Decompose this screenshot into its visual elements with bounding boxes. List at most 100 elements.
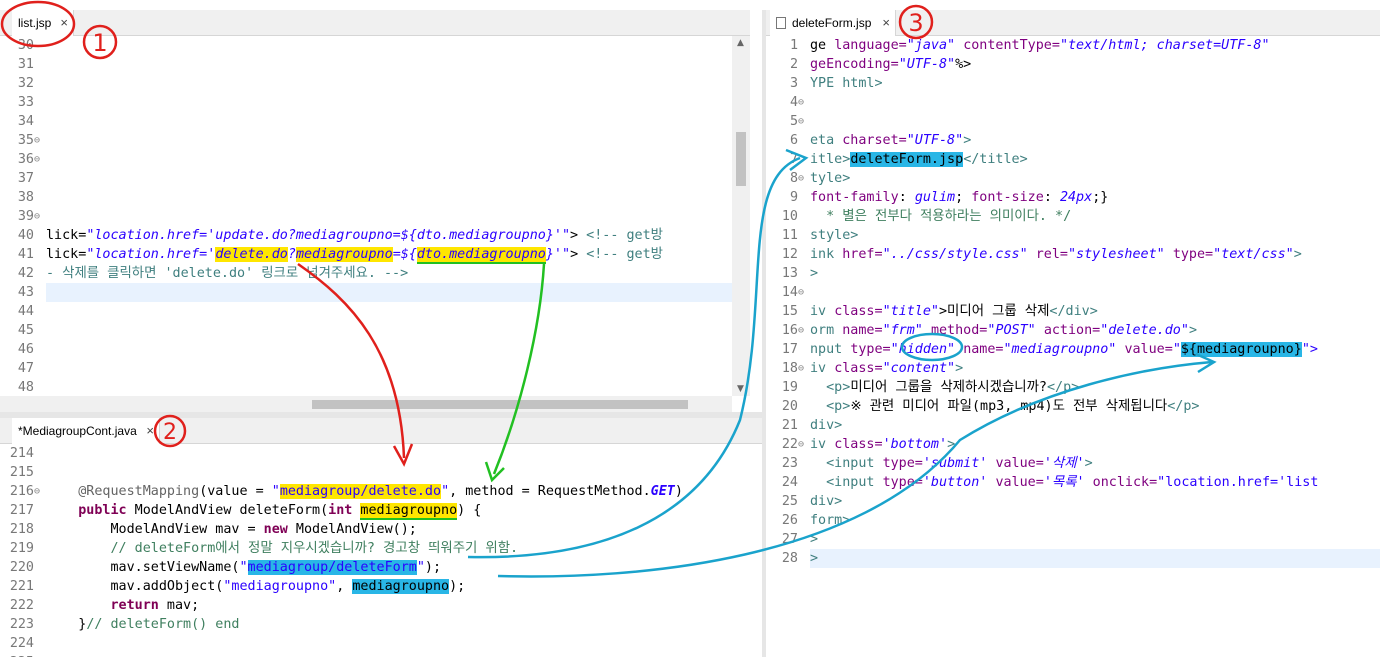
code-token: "UTF-8" xyxy=(906,133,964,148)
code-token: type= xyxy=(850,342,891,357)
code-token: mediagroupno xyxy=(360,503,458,520)
code-token: "stylesheet" xyxy=(1068,247,1165,262)
code-line[interactable]: orm name="frm" method="POST" action="del… xyxy=(810,321,1197,340)
list-jsp-editor[interactable]: list.jsp × 30 31 32 33 34 35 ⊖ 36 ⊖ 37 38 39 ⊖ 40 lick… xyxy=(0,10,750,412)
code-line[interactable]: @RequestMapping(value = "mediagroup/dele… xyxy=(46,482,683,501)
code-token: value= xyxy=(1124,342,1173,357)
line-number: 4 xyxy=(789,95,798,110)
fold-toggle-icon[interactable]: ⊖ xyxy=(798,169,804,188)
code-line[interactable]: ink href="../css/style.css" rel="stylesh… xyxy=(810,245,1302,264)
vertical-scrollbar[interactable]: ▲ ▼ xyxy=(732,36,750,396)
code-line[interactable]: tyle> xyxy=(810,169,850,188)
code-token: , method = RequestMethod. xyxy=(449,484,651,499)
code-token: > xyxy=(810,266,819,281)
line-number: 1 xyxy=(789,38,798,53)
code-line[interactable]: font-family: gulim; font-size: 24px;} xyxy=(810,188,1108,207)
scroll-down-icon[interactable]: ▼ xyxy=(737,384,744,394)
fold-toggle-icon[interactable]: ⊖ xyxy=(798,112,804,131)
code-line[interactable]: YPE html> xyxy=(810,74,883,93)
line-number: 48 xyxy=(17,380,34,395)
line-number: 221 xyxy=(9,579,34,594)
code-line[interactable]: iv class="title">미디어 그룹 삭제</div> xyxy=(810,302,1098,321)
fold-toggle-icon[interactable]: ⊖ xyxy=(34,150,40,169)
list-jsp-tabbar: list.jsp × xyxy=(0,10,750,36)
mediagroup-cont-editor[interactable]: *MediagroupCont.java × 214 215 216 ⊖ @Reque… xyxy=(0,418,762,657)
line-number: 6 xyxy=(789,133,798,148)
line-number: 222 xyxy=(9,598,34,613)
pane-divider[interactable] xyxy=(0,412,762,418)
code-token: <p> xyxy=(810,399,851,414)
fold-toggle-icon[interactable]: ⊖ xyxy=(798,93,804,112)
code-token: value= xyxy=(995,456,1044,471)
code-line[interactable]: lick="location.href='update.do?mediagrou… xyxy=(46,226,663,245)
horizontal-scrollbar[interactable] xyxy=(0,396,732,412)
code-line[interactable]: lick="location.href='delete.do?mediagrou… xyxy=(46,245,663,264)
code-line[interactable]: return mav; xyxy=(46,596,200,615)
code-line[interactable]: eta charset="UTF-8"> xyxy=(810,131,971,150)
pane-divider[interactable] xyxy=(762,10,766,657)
code-token: ModelAndView mav = xyxy=(46,522,264,537)
fold-toggle-icon[interactable]: ⊖ xyxy=(34,131,40,150)
code-token: "hidden" xyxy=(890,342,956,357)
code-line[interactable]: form> xyxy=(810,511,850,530)
fold-toggle-icon[interactable]: ⊖ xyxy=(34,207,40,226)
code-token: "location.href=' xyxy=(86,247,216,262)
code-token: =${ xyxy=(392,247,417,262)
code-line[interactable]: <p>미디어 그룹을 삭제하시겠습니까?</p> xyxy=(810,378,1079,397)
code-line[interactable]: <input type='submit' value='삭제'> xyxy=(810,454,1093,473)
code-line[interactable]: // deleteForm에서 정말 지우시겠습니까? 경고창 띄워주기 위함. xyxy=(46,539,518,558)
line-number: 37 xyxy=(17,171,34,186)
tab-list-jsp[interactable]: list.jsp × xyxy=(12,10,74,36)
code-token: ModelAndView(); xyxy=(287,522,417,537)
code-line[interactable]: > xyxy=(810,530,818,549)
tab-mediagroup-cont[interactable]: *MediagroupCont.java × xyxy=(12,418,160,444)
code-line[interactable]: - 삭제를 클릭하면 'delete.do' 링크로 넘겨주세요. --> xyxy=(46,264,408,283)
fold-toggle-icon[interactable]: ⊖ xyxy=(798,321,804,340)
code-line[interactable]: * 별은 전부다 적용하라는 의미이다. */ xyxy=(810,207,1071,226)
code-token: class= xyxy=(834,437,883,452)
code-token: > xyxy=(570,247,587,262)
code-line[interactable]: mav.setViewName("mediagroup/deleteForm")… xyxy=(46,558,441,577)
close-icon[interactable]: × xyxy=(146,418,154,444)
tab-delete-form-jsp[interactable]: deleteForm.jsp × xyxy=(770,10,896,36)
code-token: " xyxy=(239,560,248,575)
code-token: > xyxy=(810,551,819,566)
line-number: 3 xyxy=(789,76,798,91)
code-token: "delete.do" xyxy=(1100,323,1189,338)
fold-toggle-icon[interactable]: ⊖ xyxy=(34,482,40,501)
code-line[interactable]: geEncoding="UTF-8"%> xyxy=(810,55,971,74)
code-token: lick= xyxy=(46,228,87,243)
code-line[interactable]: ModelAndView mav = new ModelAndView(); xyxy=(46,520,417,539)
code-line[interactable]: div> xyxy=(810,492,842,511)
code-token: <input xyxy=(810,475,883,490)
scrollbar-thumb[interactable] xyxy=(312,400,688,409)
code-line[interactable]: <p>※ 관련 미디어 파일(mp3, mp4)도 전부 삭제됩니다</p> xyxy=(810,397,1199,416)
code-line[interactable]: ge language="java" contentType="text/htm… xyxy=(810,36,1270,55)
code-line[interactable]: mav.addObject("mediagroupno", mediagroup… xyxy=(46,577,465,596)
delete-form-jsp-editor[interactable]: deleteForm.jsp × 1 ge language="java" con… xyxy=(766,10,1380,657)
fold-toggle-icon[interactable]: ⊖ xyxy=(798,435,804,454)
code-line[interactable]: iv class="content"> xyxy=(810,359,963,378)
fold-toggle-icon[interactable]: ⊖ xyxy=(798,359,804,378)
close-icon[interactable]: × xyxy=(60,10,68,36)
scrollbar-thumb[interactable] xyxy=(736,132,746,186)
code-line[interactable]: > xyxy=(810,549,818,568)
code-line[interactable]: > xyxy=(810,264,818,283)
code-line[interactable]: <input type='button' value='목록' onclick=… xyxy=(810,473,1318,492)
code-line[interactable]: div> xyxy=(810,416,842,435)
code-token: > xyxy=(570,228,587,243)
close-icon[interactable]: × xyxy=(882,10,890,36)
code-line[interactable]: public ModelAndView deleteForm(int media… xyxy=(46,501,481,520)
code-line[interactable]: itle>deleteForm.jsp</title> xyxy=(810,150,1028,169)
code-line[interactable]: iv class='bottom'> xyxy=(810,435,955,454)
code-token: " xyxy=(441,484,450,499)
code-line[interactable]: style> xyxy=(810,226,858,245)
scroll-up-icon[interactable]: ▲ xyxy=(737,38,744,48)
fold-toggle-icon[interactable]: ⊖ xyxy=(798,283,804,302)
code-line[interactable]: nput type="hidden" name="mediagroupno" v… xyxy=(810,340,1318,359)
code-token: mediagroup/deleteForm xyxy=(247,560,417,575)
code-line[interactable]: }// deleteForm() end xyxy=(46,615,239,634)
code-token: <!-- get방 xyxy=(586,228,663,243)
